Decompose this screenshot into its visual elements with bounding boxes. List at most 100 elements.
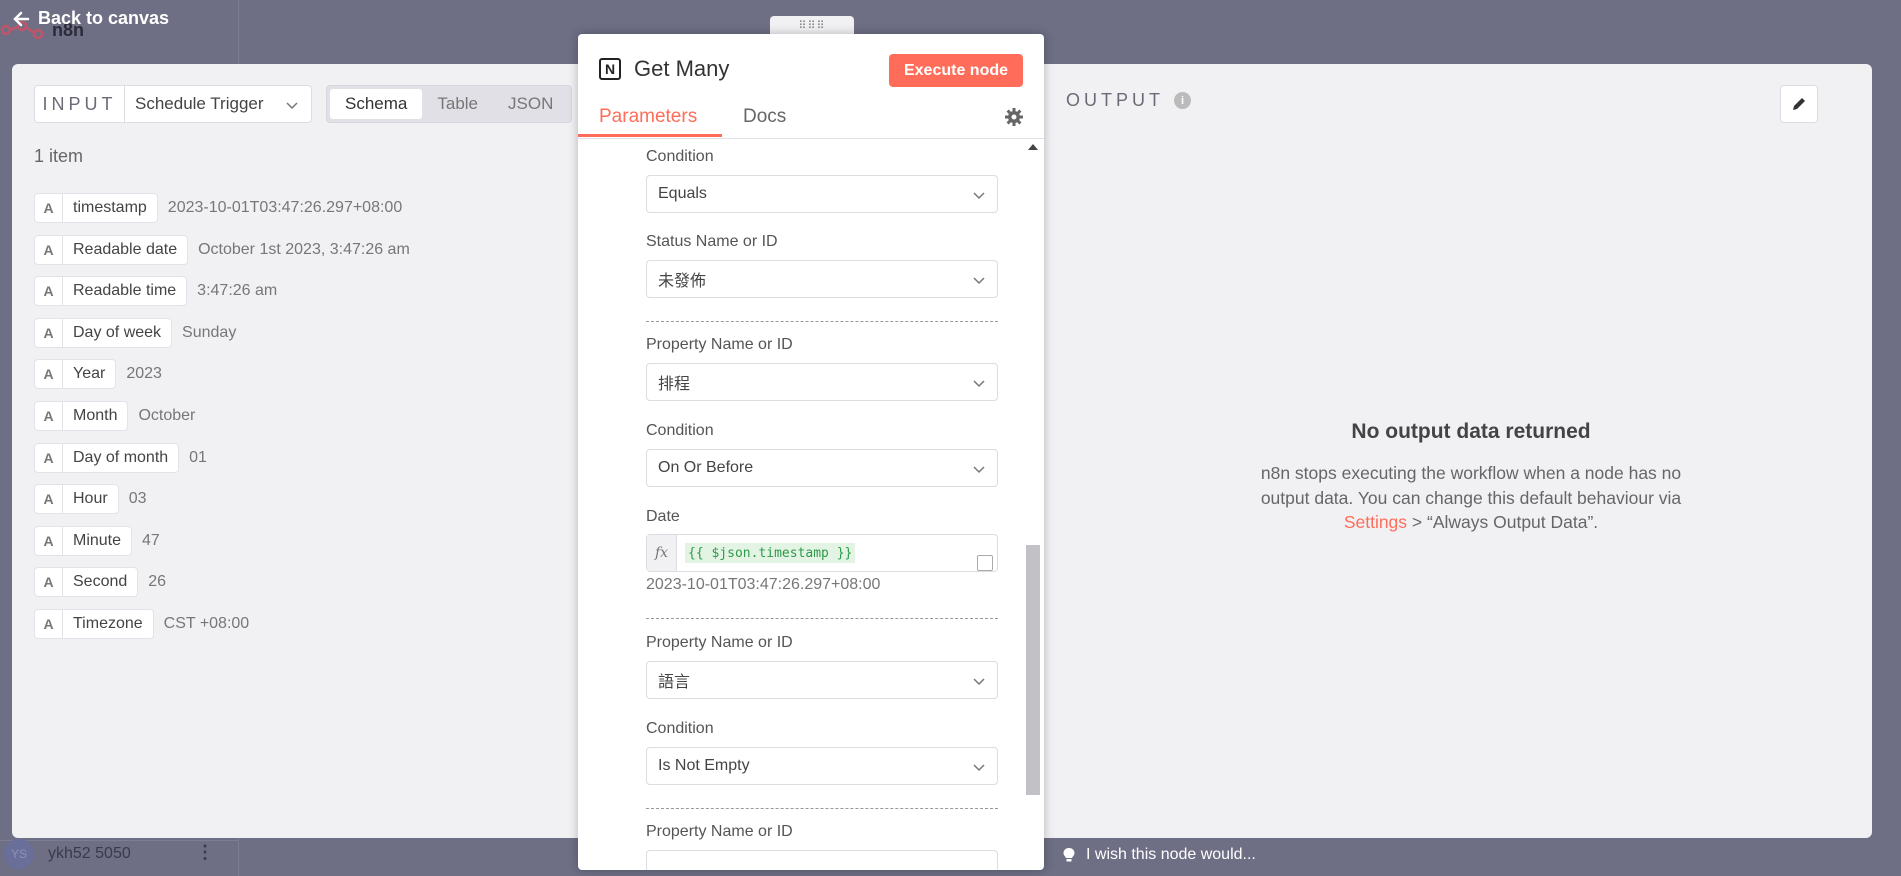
schema-field-pill[interactable]: A Year [34,359,117,390]
schema-row: A Day of week Sunday [34,316,410,350]
expression-result: 2023-10-01T03:47:26.297+08:00 [646,576,881,593]
schema-field-key: Year [73,365,106,383]
string-type-icon: A [35,277,63,306]
parameters-form: Condition Equals Status Name or ID 未發佈 P… [578,140,1044,870]
string-type-icon: A [35,401,63,430]
no-output-text-part: n8n stops executing the workflow when a … [1260,463,1682,508]
feedback-link[interactable]: I wish this node would... [1062,846,1256,864]
execute-node-button[interactable]: Execute node [889,54,1023,87]
active-tab-indicator [578,134,722,137]
schema-field-value: 26 [148,573,167,591]
tab-docs[interactable]: Docs [743,106,786,128]
schema-field-pill[interactable]: A Readable date [34,234,189,265]
node-header: N Get Many Execute node Parameters Docs [578,34,1044,139]
condition-select[interactable]: Is Not Empty [646,747,998,785]
node-title[interactable]: Get Many [634,56,729,82]
panel-drag-handle[interactable]: ⠿⠿⠿ [770,16,854,34]
output-panel-title: OUTPUT i [1066,90,1191,111]
schema-row: A Readable date October 1st 2023, 3:47:26 … [34,233,410,267]
filter-divider [646,321,998,322]
no-output-text-part: > “Always Output Data”. [1407,512,1599,532]
expand-icon[interactable] [977,555,993,571]
schema-field-value: Sunday [182,323,237,341]
schema-field-key: Day of month [73,448,169,466]
tab-table[interactable]: Table [422,89,493,119]
property-select[interactable]: 語言 [646,661,998,699]
filter-divider [646,618,998,619]
status-select[interactable]: 未發佈 [646,260,998,298]
back-to-canvas-button[interactable]: Back to canvas [12,8,169,29]
gear-icon[interactable] [1003,106,1025,128]
feedback-label: I wish this node would... [1086,846,1256,863]
schema-row: A Month October [34,399,410,433]
schema-field-value: October 1st 2023, 3:47:26 am [198,240,410,258]
settings-link[interactable]: Settings [1344,512,1407,532]
tab-json[interactable]: JSON [493,89,568,119]
condition-select[interactable]: Equals [646,175,998,213]
property-label: Property Name or ID [646,634,793,651]
kebab-menu-icon: ⋮ [196,842,214,862]
arrow-left-icon [13,11,30,26]
schema-field-pill[interactable]: A Month [34,400,129,431]
info-icon[interactable]: i [1174,92,1191,109]
item-count: 1 item [34,146,84,166]
chevron-down-icon [973,192,985,200]
date-expression-input[interactable]: fx {{ $json.timestamp }} [646,534,998,572]
schema-field-key: Minute [73,531,122,549]
schema-field-pill[interactable]: A Readable time [34,276,188,307]
select-value: Is Not Empty [658,757,750,774]
status-label: Status Name or ID [646,233,778,250]
schema-field-pill[interactable]: Atimestamp [34,193,158,223]
chevron-down-icon [973,678,985,686]
schema-row: Atimestamp 2023-10-01T03:47:26.297+08:00 [34,191,410,225]
schema-field-key: timestamp [73,199,147,216]
avatar: YS [4,839,34,869]
back-label: Back to canvas [38,8,170,28]
property-select[interactable]: 排程 [646,363,998,401]
scrollbar-thumb[interactable] [1026,545,1040,795]
fx-icon: fx [647,535,677,571]
scrollbar[interactable] [1026,140,1040,870]
schema-field-pill[interactable]: A Day of week [34,317,173,348]
pencil-icon [1793,98,1805,110]
string-type-icon: A [35,568,63,597]
input-panel-header: INPUT Schedule Trigger Schema Table JSON [34,85,573,123]
user-menu: YS ykh52 5050 [4,839,131,869]
schema-field-key: Hour [73,490,108,508]
property-select[interactable] [646,850,998,870]
string-type-icon: A [35,194,63,222]
condition-label: Condition [646,720,714,737]
schema-row: A Second 26 [34,565,410,599]
string-type-icon: A [35,318,63,347]
schema-field-pill[interactable]: A Minute [34,525,133,556]
date-label: Date [646,508,680,525]
edit-output-button[interactable] [1780,85,1818,123]
condition-select[interactable]: On Or Before [646,449,998,487]
chevron-down-icon [973,380,985,388]
chevron-down-icon [973,466,985,474]
schema-field-pill[interactable]: A Timezone [34,608,154,639]
schema-field-value: 2023-10-01T03:47:26.297+08:00 [167,199,403,216]
input-source-select[interactable]: Schedule Trigger [125,86,311,122]
tab-schema[interactable]: Schema [330,89,423,119]
schema-field-pill[interactable]: A Second [34,567,139,598]
scroll-up-arrow-icon[interactable] [1028,144,1038,150]
schema-list: Atimestamp 2023-10-01T03:47:26.297+08:00 … [34,191,410,649]
string-type-icon: A [35,360,63,389]
lightbulb-icon [1063,848,1075,862]
schema-field-key: Readable date [73,240,178,258]
chevron-down-icon [973,764,985,772]
schema-field-pill[interactable]: A Hour [34,484,119,515]
schema-field-pill[interactable]: A Day of month [34,442,180,473]
string-type-icon: A [35,235,63,264]
schema-field-value: 01 [189,448,207,466]
schema-field-value: 47 [142,531,160,549]
tab-parameters[interactable]: Parameters [599,106,697,128]
select-value: Equals [658,185,707,202]
string-type-icon: A [35,526,63,555]
schema-row: A Readable time 3:47:26 am [34,274,410,308]
input-title: INPUT [35,86,125,122]
schema-row: A Hour 03 [34,482,410,516]
user-name: ykh52 5050 [48,845,131,862]
input-source-value: Schedule Trigger [135,94,264,113]
